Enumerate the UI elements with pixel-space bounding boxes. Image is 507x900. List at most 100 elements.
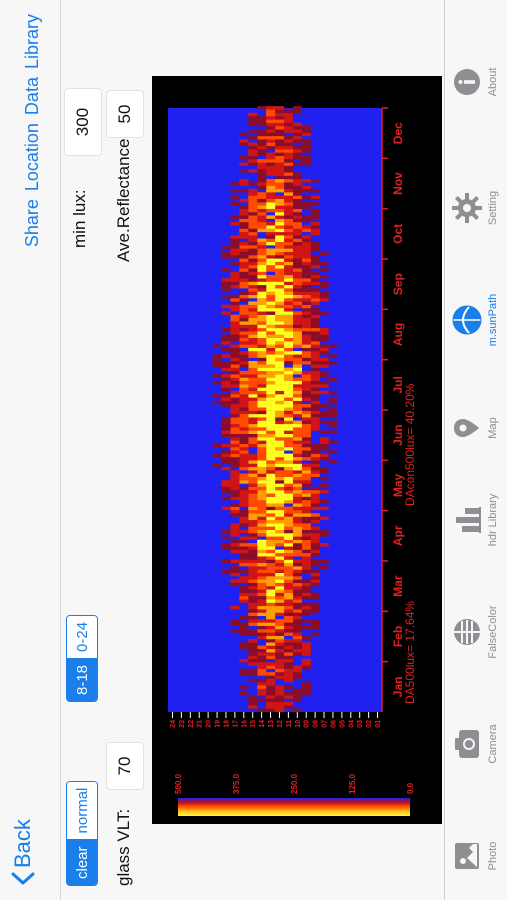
heatmap-cell [248, 595, 258, 600]
share-button[interactable]: Share [22, 199, 43, 247]
x-tick-label: Dec [391, 122, 405, 144]
heatmap-cell [230, 202, 240, 206]
heatmap-cell [275, 708, 285, 712]
heatmap-cell [248, 135, 258, 140]
tab-photo[interactable]: Photo [449, 816, 499, 896]
heatmap-cell [319, 261, 329, 266]
heatmap-cell [266, 331, 276, 335]
heatmap-cell [266, 205, 276, 209]
heatmap-cell [275, 519, 285, 524]
heatmap-cell [221, 490, 231, 494]
heatmap-cell [266, 629, 276, 633]
heatmap-cell [257, 175, 267, 180]
heatmap-cell [283, 440, 294, 444]
heatmap-cell [266, 440, 276, 444]
heatmap-cell [257, 576, 267, 580]
heatmap-cell [301, 490, 311, 494]
min-lux-field[interactable]: 300 [64, 88, 102, 156]
heatmap-cell [257, 506, 267, 511]
heatmap-cell [283, 662, 294, 666]
heatmap-cell [257, 198, 267, 203]
heatmap-cell [257, 586, 267, 590]
heatmap-cell [266, 569, 276, 573]
heatmap-cell [248, 562, 258, 567]
tab-msunpath[interactable]: m.sunPath [449, 280, 499, 360]
heatmap-cell [310, 595, 320, 600]
glass-vlt-field[interactable]: 70 [106, 742, 144, 790]
heatmap-cell [292, 298, 302, 302]
heatmap-cell [248, 367, 258, 372]
chevron-left-icon [11, 872, 35, 885]
heatmap-cell [301, 546, 311, 550]
heatmap-cell [275, 377, 285, 382]
heatmap-cell [248, 288, 258, 292]
heatmap-cell [257, 629, 267, 633]
heatmap-cell [266, 691, 276, 696]
sky-option-clear[interactable]: clear [67, 840, 97, 885]
heatmap-cell [257, 655, 267, 660]
heatmap-cell [257, 447, 267, 451]
heatmap-cell [292, 327, 302, 332]
heatmap-cell [257, 374, 267, 378]
heatmap-cell [275, 549, 285, 554]
tab-setting[interactable]: Setting [449, 168, 499, 248]
heatmap-cell [310, 572, 320, 577]
hours-option-0-24[interactable]: 0-24 [67, 615, 97, 659]
heatmap-cell [266, 417, 276, 421]
data-button[interactable]: Data [22, 77, 43, 115]
heatmap-cell [292, 129, 302, 133]
heatmap-cell [248, 430, 258, 434]
heatmap-cell [266, 543, 276, 547]
heatmap-cell [257, 688, 267, 693]
heatmap-cell [248, 304, 258, 309]
heatmap-cell [275, 529, 285, 534]
heatmap-cell [275, 291, 285, 295]
heatmap-cell [248, 112, 258, 117]
heatmap-cell [230, 284, 240, 289]
tab-about[interactable]: About [449, 42, 499, 122]
heatmap-cell [301, 480, 311, 484]
reflectance-field[interactable]: 50 [106, 90, 144, 138]
heatmap-cell [239, 162, 249, 166]
heatmap-cell [257, 519, 267, 524]
heatmap-cell [257, 268, 267, 272]
heatmap-cell [212, 463, 222, 468]
heatmap-cell [248, 377, 258, 382]
heatmap-cell [239, 615, 249, 620]
heatmap-cell [257, 516, 267, 521]
heatmap-cell [257, 662, 267, 666]
tab-hdr-library[interactable]: hdr Library [449, 480, 499, 560]
heatmap-cell [248, 602, 258, 607]
heatmap-cell [283, 198, 294, 203]
library-button[interactable]: Library [22, 14, 43, 69]
heatmap-cell [266, 370, 276, 375]
heatmap-cell [230, 526, 240, 530]
heatmap-cell [248, 529, 258, 534]
heatmap-cell [248, 228, 258, 233]
heatmap-cell [319, 413, 329, 418]
heatmap-cell [283, 566, 294, 570]
heatmap-cell [248, 404, 258, 408]
heatmap-cell [275, 298, 285, 302]
heatmap-cell [248, 192, 258, 196]
heatmap-cell [221, 443, 231, 448]
heatmap-cell [266, 241, 276, 246]
tab-falsecolor[interactable]: FalseColor [449, 592, 499, 672]
heatmap-cell [328, 407, 338, 411]
heatmap-cell [301, 586, 311, 590]
heatmap-cell [319, 566, 329, 570]
tab-camera[interactable]: Camera [449, 704, 499, 784]
sky-option-normal[interactable]: normal [67, 781, 97, 841]
heatmap-cell [257, 572, 267, 577]
tab-map[interactable]: Map [449, 388, 499, 468]
heatmap-cell [221, 397, 231, 401]
heatmap-cell [248, 579, 258, 583]
hours-option-8-18[interactable]: 8-18 [67, 658, 97, 701]
heatmap-cell [230, 245, 240, 249]
heatmap-cell [301, 268, 311, 272]
heatmap-cell [292, 708, 302, 712]
back-button[interactable]: Back [10, 819, 36, 886]
annotation-da500: DA500lux= 17.64% [403, 601, 417, 704]
heatmap-cell [275, 334, 285, 339]
location-button[interactable]: Location [22, 123, 43, 191]
